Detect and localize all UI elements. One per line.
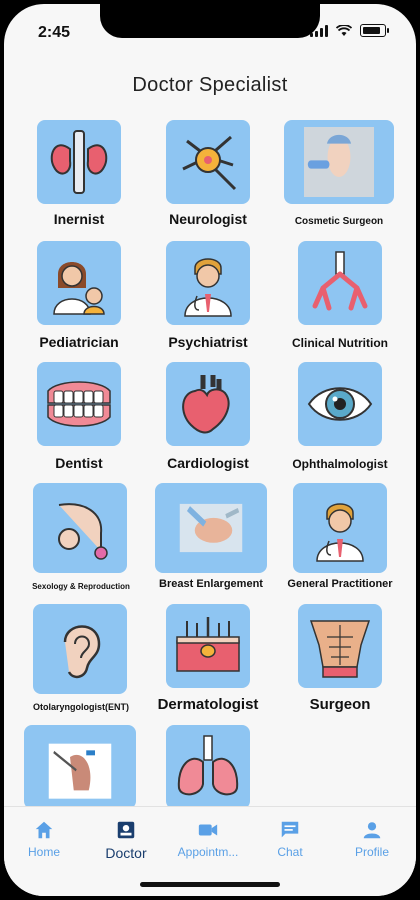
specialist-label: Otolaryngologist(ENT) bbox=[33, 702, 129, 712]
orthopedic-photo bbox=[48, 743, 112, 799]
specialist-label: Dentist bbox=[55, 455, 103, 471]
specialist-label: Inernist bbox=[53, 211, 105, 227]
tab-profile[interactable]: Profile bbox=[332, 819, 412, 859]
specialist-label: Sexology & Reproduction bbox=[32, 582, 130, 591]
surgery-photo bbox=[179, 503, 243, 553]
specialist-label: Breast Enlargement bbox=[159, 578, 263, 590]
cosmetic-face-photo bbox=[304, 127, 374, 197]
ear-icon bbox=[63, 625, 101, 679]
specialist-tile-ophthalmologist[interactable] bbox=[298, 362, 382, 446]
teeth-icon bbox=[47, 381, 111, 427]
tab-doctor[interactable]: Doctor bbox=[86, 819, 166, 861]
tab-label: Doctor bbox=[105, 845, 147, 861]
tab-home[interactable]: Home bbox=[4, 819, 84, 859]
home-indicator bbox=[140, 882, 280, 887]
kidneys-icon bbox=[50, 130, 108, 194]
torso-icon bbox=[309, 620, 371, 678]
status-icons bbox=[310, 24, 389, 37]
neuron-icon bbox=[182, 135, 237, 191]
specialist-tile-ent[interactable] bbox=[33, 604, 127, 694]
specialist-tile-neurologist[interactable] bbox=[166, 120, 250, 204]
specialist-label: Surgeon bbox=[309, 696, 371, 713]
tab-appointments[interactable]: Appointm... bbox=[168, 819, 248, 859]
specialist-tile-dermatologist[interactable] bbox=[166, 604, 250, 688]
screen: 2:45 Doctor Specialist Inernist Neurolog… bbox=[4, 4, 416, 896]
tab-label: Chat bbox=[277, 845, 303, 859]
notch bbox=[100, 4, 320, 38]
specialist-tile-clinical-nutrition[interactable] bbox=[298, 241, 382, 325]
specialist-label: Pediatrician bbox=[39, 334, 119, 350]
video-icon bbox=[198, 824, 218, 836]
specialist-tile-sexology[interactable] bbox=[33, 483, 127, 573]
battery-icon bbox=[360, 24, 389, 37]
tab-bar: Home Doctor Appointm... Chat Profile bbox=[4, 806, 416, 896]
specialist-label: Psychiatrist bbox=[168, 334, 248, 350]
tab-label: Home bbox=[27, 845, 60, 859]
heart-icon bbox=[182, 375, 230, 434]
specialist-tile-orthopedic[interactable] bbox=[24, 725, 136, 809]
specialist-tile-general-practitioner[interactable] bbox=[293, 483, 387, 573]
specialist-label: Neurologist bbox=[169, 211, 247, 227]
specialist-label: Ophthalmologist bbox=[292, 457, 388, 471]
home-icon bbox=[35, 821, 53, 839]
specialist-label: Cosmetic Surgeon bbox=[294, 216, 384, 227]
page-title: Doctor Specialist bbox=[132, 74, 288, 96]
status-time: 2:45 bbox=[38, 24, 71, 41]
tab-chat[interactable]: Chat bbox=[250, 819, 330, 859]
wifi-icon bbox=[336, 24, 352, 36]
specialist-label: General Practitioner bbox=[287, 578, 393, 590]
specialist-tile-breast-enlargement[interactable] bbox=[155, 483, 267, 573]
tab-label: Profile bbox=[354, 845, 389, 859]
profile-icon bbox=[363, 822, 381, 839]
specialist-tile-dentist[interactable] bbox=[37, 362, 121, 446]
specialist-tile-cosmetic-surgeon[interactable] bbox=[284, 120, 394, 204]
skin-icon bbox=[176, 617, 240, 672]
specialist-label: Dermatologist bbox=[157, 696, 259, 713]
specialist-tile-pediatrician[interactable] bbox=[37, 241, 121, 325]
eye-icon bbox=[307, 387, 373, 421]
specialist-tile-internist[interactable] bbox=[37, 120, 121, 204]
specialist-tile-cardiologist[interactable] bbox=[166, 362, 250, 446]
pediatrician-icon bbox=[53, 262, 105, 315]
doctor-badge-icon bbox=[117, 821, 135, 839]
lungs-icon bbox=[177, 735, 239, 796]
doctor-icon bbox=[316, 503, 364, 562]
phone-frame: 2:45 Doctor Specialist Inernist Neurolog… bbox=[0, 0, 420, 900]
specialist-tile-surgeon[interactable] bbox=[298, 604, 382, 688]
tab-label: Appointm... bbox=[177, 845, 239, 859]
signal-icon bbox=[310, 24, 328, 37]
specialist-tile-psychiatrist[interactable] bbox=[166, 241, 250, 325]
doctor-icon bbox=[184, 258, 232, 317]
specialist-label: Clinical Nutrition bbox=[292, 336, 388, 350]
specialist-label: Cardiologist bbox=[167, 455, 249, 471]
specialist-tile-pulmonology[interactable] bbox=[166, 725, 250, 809]
lungs-bronchi-icon bbox=[312, 251, 368, 311]
chat-icon bbox=[281, 821, 299, 838]
reproduction-icon bbox=[58, 503, 108, 560]
